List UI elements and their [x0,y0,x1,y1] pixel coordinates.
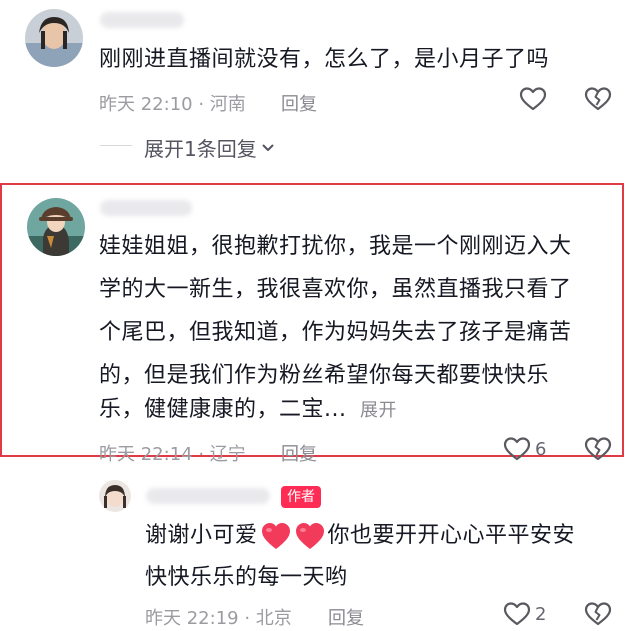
comment-time: 昨天 22:10 [99,94,193,115]
like-button[interactable]: 2 [503,601,546,627]
expand-replies-button[interactable]: 展开1条回复 [144,133,275,162]
red-heart-emoji-icon [260,521,292,551]
like-heart-icon[interactable] [519,86,547,112]
comment-meta: 昨天 22:10 · 河南 [99,90,246,116]
dislike-broken-heart-icon[interactable] [584,601,612,627]
replies-divider-line [100,145,132,146]
reply-button[interactable]: 回复 [328,604,364,630]
commenter-avatar[interactable] [25,9,83,67]
chevron-down-icon [261,141,275,155]
like-heart-icon [503,601,531,627]
like-button[interactable]: 6 [503,436,546,462]
dislike-broken-heart-icon[interactable] [584,436,612,462]
comment-text-line: 乐，健健康康的，二宝... 展开 [99,390,397,431]
comment-meta: 昨天 22:19 · 北京 [145,604,292,630]
reply-button[interactable]: 回复 [281,90,317,116]
commenter-name[interactable] [100,200,192,216]
comment-text-line: 娃娃姐姐，很抱歉打扰你，我是一个刚刚迈入大 [99,234,572,259]
comment-text: 刚刚进直播间就没有，怎么了，是小月子了吗 [99,47,550,72]
dislike-broken-heart-icon[interactable] [584,86,612,112]
author-tag: 作者 [281,486,321,508]
comment-location: 北京 [255,608,292,629]
comment-text-line: 个尾巴，但我知道，作为妈妈失去了孩子是痛苦 [99,320,572,345]
author-name[interactable] [146,488,270,504]
comment-text-tail: 乐，健健康康的，二宝... [99,397,347,422]
like-count: 6 [535,438,547,460]
comment-text-line: 谢谢小可爱 你也要开开心心平平安安 [145,516,575,556]
comment-text-line: 学的大一新生，我很喜欢你，虽然直播我只看了 [99,277,572,302]
like-heart-icon [503,436,531,462]
expand-replies-label: 展开1条回复 [144,137,257,161]
meta-separator: · [192,94,210,115]
comment-text-part: 谢谢小可爱 [145,523,258,548]
expand-text-link[interactable]: 展开 [360,400,397,421]
reply-button[interactable]: 回复 [281,440,317,466]
comment-text-part: 你也要开开心心平平安安 [327,523,576,548]
comment-time: 昨天 22:14 [99,444,193,465]
comment-text-line: 快快乐乐的每一天哟 [145,565,348,590]
comment-location: 辽宁 [209,444,246,465]
red-heart-emoji-icon [294,521,326,551]
meta-separator: · [238,608,256,629]
meta-separator: · [192,444,210,465]
author-avatar[interactable] [99,480,131,512]
like-count: 2 [535,603,547,625]
comment-time: 昨天 22:19 [145,608,239,629]
commenter-avatar[interactable] [27,198,85,256]
commenter-name[interactable] [100,12,184,28]
comment-location: 河南 [209,94,246,115]
comment-meta: 昨天 22:14 · 辽宁 [99,440,246,466]
